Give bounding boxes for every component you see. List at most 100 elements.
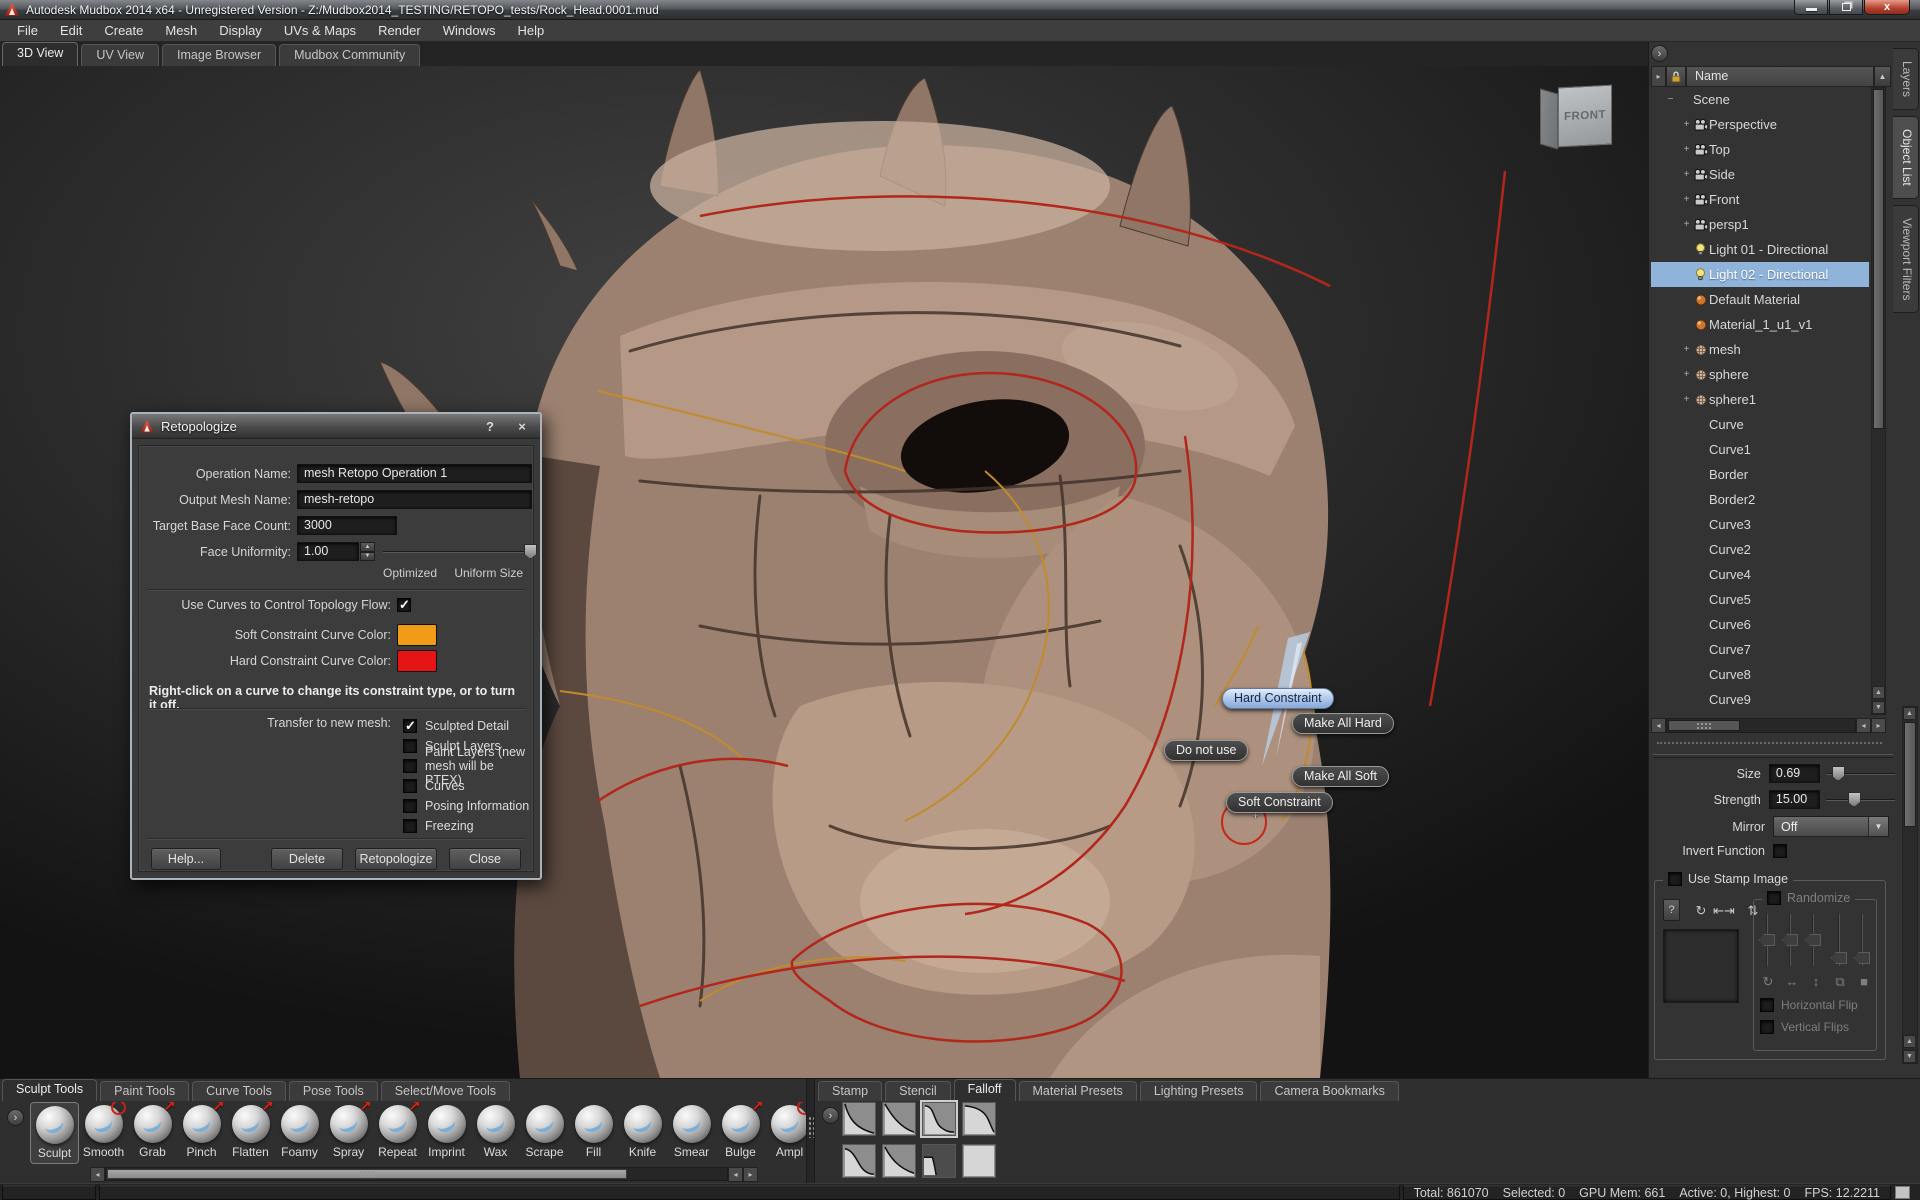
close-button[interactable]: Close <box>449 848 521 870</box>
tree-item-curve3[interactable]: Curve3 <box>1651 512 1869 537</box>
tool-imprint[interactable]: Imprint <box>422 1102 471 1164</box>
tree-expander[interactable]: + <box>1681 344 1692 355</box>
marking-menu-make-all-soft[interactable]: Make All Soft <box>1292 766 1389 787</box>
menu-file[interactable]: File <box>6 21 49 40</box>
tool-bulge[interactable]: ↗Bulge <box>716 1102 765 1164</box>
tree-header-button[interactable]: ▸ <box>1651 66 1666 87</box>
checkbox-curves[interactable] <box>403 779 417 793</box>
restore-button[interactable] <box>1829 0 1863 15</box>
menu-edit[interactable]: Edit <box>49 21 93 40</box>
tree-scroll-down-button[interactable]: ▼ <box>1872 701 1885 714</box>
properties-scroll-up-button-2[interactable]: ▲ <box>1903 1035 1916 1048</box>
hard-constraint-color-swatch[interactable] <box>397 650 437 672</box>
tool-smooth[interactable]: Smooth <box>79 1102 128 1164</box>
tab-pose-tools[interactable]: Pose Tools <box>289 1081 378 1101</box>
minimize-button[interactable] <box>1794 0 1828 15</box>
tab-image-browser[interactable]: Image Browser <box>162 44 276 66</box>
tree-item-curve7[interactable]: Curve7 <box>1651 637 1869 662</box>
marking-menu-make-all-hard[interactable]: Make All Hard <box>1292 713 1394 734</box>
marking-menu-soft-constraint[interactable]: Soft Constraint <box>1226 792 1333 813</box>
tab-lighting-presets[interactable]: Lighting Presets <box>1140 1081 1258 1101</box>
delete-button[interactable]: Delete <box>271 848 343 870</box>
tree-expander[interactable]: + <box>1681 169 1692 180</box>
use-stamp-image-checkbox[interactable] <box>1668 872 1682 886</box>
tree-item-light-02-directional[interactable]: Light 02 - Directional <box>1651 262 1869 287</box>
tab-paint-tools[interactable]: Paint Tools <box>100 1081 189 1101</box>
side-tab-viewport-filters[interactable]: Viewport Filters <box>1893 205 1919 313</box>
tray-splitter[interactable] <box>806 1079 815 1184</box>
tree-scroll-up-button[interactable]: ▲ <box>1874 66 1891 87</box>
checkbox-sculpt-layers[interactable] <box>403 739 417 753</box>
tab-uv-view[interactable]: UV View <box>81 44 159 66</box>
tree-item-curve6[interactable]: Curve6 <box>1651 612 1869 637</box>
tree-scroll-right-button[interactable]: ▸ <box>1871 718 1886 733</box>
falloff-preset-4[interactable] <box>962 1102 996 1136</box>
tree-scroll-left-button[interactable]: ◂ <box>1651 718 1666 733</box>
tree-expander[interactable]: + <box>1681 394 1692 405</box>
tab-sculpt-tools[interactable]: Sculpt Tools <box>2 1079 97 1101</box>
tree-scroll-left-button-2[interactable]: ◂ <box>1856 718 1871 733</box>
tab-material-presets[interactable]: Material Presets <box>1019 1081 1137 1101</box>
stamp-preview-box[interactable] <box>1663 929 1739 1003</box>
tree-item-front[interactable]: +Front <box>1651 187 1869 212</box>
tool-knife[interactable]: Knife <box>618 1102 667 1164</box>
tool-ampl[interactable]: Ampl <box>765 1102 806 1164</box>
size-slider[interactable] <box>1826 764 1895 783</box>
falloff-preset-2[interactable] <box>882 1102 916 1136</box>
horizontal-flip-checkbox[interactable] <box>1760 998 1774 1012</box>
tree-item-persp1[interactable]: +persp1 <box>1651 212 1869 237</box>
tab-mudbox-community[interactable]: Mudbox Community <box>279 44 420 66</box>
side-tab-object-list[interactable]: Object List <box>1893 116 1919 199</box>
tree-item-curve1[interactable]: Curve1 <box>1651 437 1869 462</box>
help-button[interactable]: Help... <box>151 848 221 870</box>
side-tab-layers[interactable]: Layers <box>1893 48 1919 110</box>
tree-item-border[interactable]: Border <box>1651 462 1869 487</box>
menu-display[interactable]: Display <box>208 21 273 40</box>
use-curves-checkbox[interactable] <box>397 598 411 612</box>
properties-scrollbar[interactable]: ▲ ▲ ▼ <box>1902 706 1918 1064</box>
tree-item-curve8[interactable]: Curve8 <box>1651 662 1869 687</box>
randomize-checkbox[interactable] <box>1767 891 1781 905</box>
tool-scrape[interactable]: Scrape <box>520 1102 569 1164</box>
randomize-slider-4[interactable] <box>1836 914 1842 966</box>
tools-scrollbar[interactable]: ◂ ◂ ▸ <box>90 1167 758 1181</box>
operation-name-input[interactable]: mesh Retopo Operation 1 <box>297 464 532 483</box>
close-button[interactable]: x <box>1864 0 1910 15</box>
randomize-slider-5[interactable] <box>1859 914 1865 966</box>
tab-3d-view[interactable]: 3D View <box>2 42 78 66</box>
falloff-preset-8[interactable] <box>962 1144 996 1178</box>
tool-fill[interactable]: Fill <box>569 1102 618 1164</box>
tree-item-sphere1[interactable]: +sphere1 <box>1651 387 1869 412</box>
falloff-preset-6[interactable] <box>882 1144 916 1178</box>
target-face-count-input[interactable]: 3000 <box>297 516 397 535</box>
tree-expander[interactable]: − <box>1665 94 1676 105</box>
output-mesh-name-input[interactable]: mesh-retopo <box>297 490 532 509</box>
tab-curve-tools[interactable]: Curve Tools <box>192 1081 286 1101</box>
tools-expand-button[interactable]: › <box>7 1109 24 1126</box>
tree-expander[interactable]: + <box>1681 194 1692 205</box>
tree-item-curve5[interactable]: Curve5 <box>1651 587 1869 612</box>
tree-expander[interactable]: + <box>1681 144 1692 155</box>
presets-expand-button[interactable]: › <box>822 1107 839 1124</box>
properties-scroll-down-button[interactable]: ▼ <box>1903 1050 1916 1063</box>
properties-scroll-up-button[interactable]: ▲ <box>1903 707 1916 720</box>
tools-scroll-right-button[interactable]: ▸ <box>743 1167 758 1182</box>
tree-item-side[interactable]: +Side <box>1651 162 1869 187</box>
name-column-header[interactable]: Name <box>1686 66 1874 87</box>
face-uniformity-input[interactable]: 1.00 <box>297 542 359 561</box>
tree-item-top[interactable]: +Top <box>1651 137 1869 162</box>
falloff-preset-3[interactable] <box>922 1102 956 1136</box>
view-cube-side-face[interactable] <box>1540 88 1558 149</box>
randomize-slider-2[interactable] <box>1787 914 1793 966</box>
tool-grab[interactable]: ↗Grab <box>128 1102 177 1164</box>
tree-expander[interactable]: + <box>1681 119 1692 130</box>
vertical-flips-checkbox[interactable] <box>1760 1020 1774 1034</box>
checkbox-posing-information[interactable] <box>403 799 417 813</box>
tree-expander[interactable]: + <box>1681 219 1692 230</box>
lock-icon[interactable] <box>1666 66 1686 87</box>
checkbox-sculpted-detail[interactable] <box>403 719 417 733</box>
face-uniformity-slider[interactable] <box>383 542 537 561</box>
tool-repeat[interactable]: ↗Repeat <box>373 1102 422 1164</box>
panel-collapse-button[interactable]: › <box>1651 45 1668 62</box>
size-input[interactable]: 0.69 <box>1769 764 1820 783</box>
